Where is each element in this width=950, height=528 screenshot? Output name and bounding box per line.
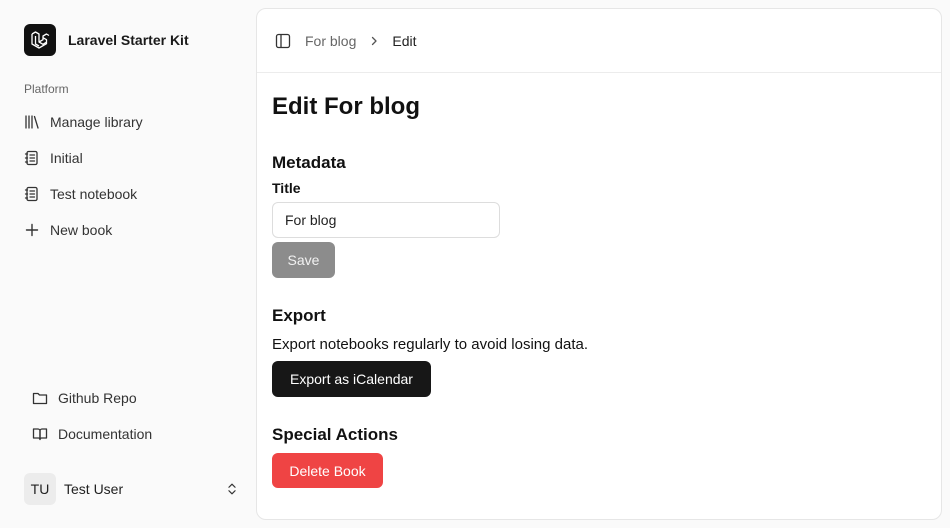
footer-link-label: Github Repo (58, 390, 137, 406)
notebook-icon (24, 150, 40, 166)
sidebar-item-label: Manage library (50, 114, 143, 130)
plus-icon (24, 222, 40, 238)
sidebar-nav: Manage library Initial Test notebook New… (16, 104, 248, 248)
sidebar-item-initial[interactable]: Initial (16, 140, 248, 176)
export-heading: Export (272, 306, 326, 325)
folder-icon (32, 390, 48, 406)
user-name: Test User (64, 481, 124, 497)
sidebar: Laravel Starter Kit Platform Manage libr… (0, 0, 256, 528)
sidebar-item-test-notebook[interactable]: Test notebook (16, 176, 248, 212)
export-description: Export notebooks regularly to avoid losi… (272, 336, 589, 353)
breadcrumb-current: Edit (392, 32, 417, 49)
title-input[interactable] (272, 202, 500, 238)
breadcrumb-link[interactable]: For blog (305, 33, 356, 49)
sidebar-item-label: Initial (50, 150, 83, 166)
delete-book-button[interactable]: Delete Book (272, 453, 383, 488)
footer-link-label: Documentation (58, 426, 153, 442)
chevron-right-icon (368, 35, 380, 47)
documentation-link[interactable]: Documentation (24, 416, 248, 452)
sidebar-item-label: Test notebook (50, 186, 138, 202)
sidebar-toggle-icon[interactable] (273, 31, 293, 51)
metadata-heading: Metadata (272, 153, 346, 172)
export-icalendar-button[interactable]: Export as iCalendar (272, 361, 431, 397)
top-bar: For blog Edit (257, 9, 941, 73)
app-brand[interactable]: Laravel Starter Kit (24, 24, 189, 56)
notebook-icon (24, 186, 40, 202)
main-panel: For blog Edit Edit For blog Metadata Tit… (256, 8, 942, 520)
app-name: Laravel Starter Kit (68, 32, 189, 48)
chevrons-up-down-icon (224, 481, 240, 497)
nav-group-label: Platform (24, 82, 69, 96)
avatar: TU (24, 473, 56, 505)
breadcrumb: For blog Edit (305, 33, 416, 49)
page-title: Edit For blog (272, 93, 420, 120)
save-button[interactable]: Save (272, 242, 335, 278)
sidebar-footer-links: Github Repo Documentation (24, 380, 248, 452)
user-menu[interactable]: TU Test User (24, 472, 240, 506)
laravel-logo-icon (24, 24, 56, 56)
sidebar-item-label: New book (50, 222, 113, 238)
title-label: Title (272, 180, 301, 196)
github-repo-link[interactable]: Github Repo (24, 380, 248, 416)
library-icon (24, 114, 40, 130)
sidebar-item-manage-library[interactable]: Manage library (16, 104, 248, 140)
sidebar-item-new-book[interactable]: New book (16, 212, 248, 248)
special-actions-heading: Special Actions (272, 425, 398, 444)
book-open-icon (32, 426, 48, 442)
